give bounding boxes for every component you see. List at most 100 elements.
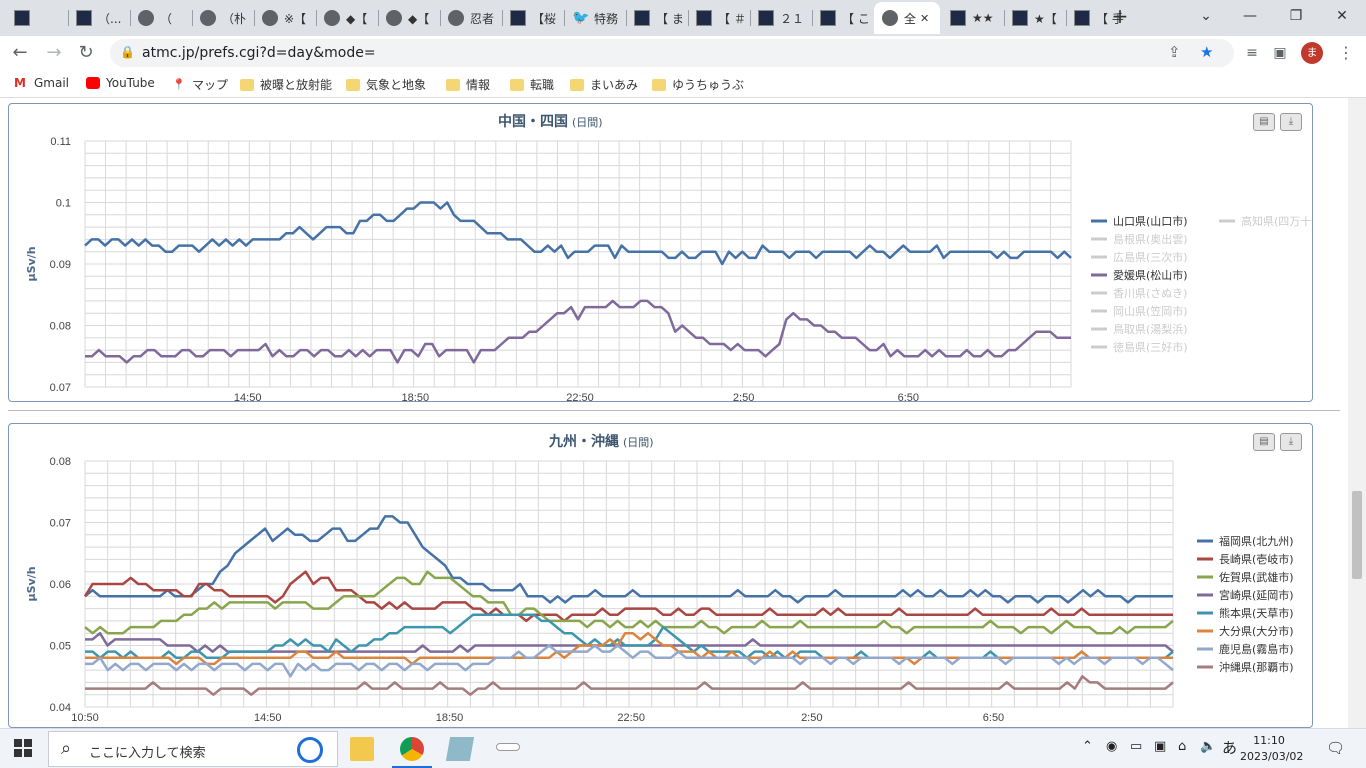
menu-icon[interactable]: ⋮ (1334, 41, 1358, 65)
file-explorer-icon[interactable] (350, 737, 374, 761)
bookmark-item[interactable]: 被曝と放射能 (240, 76, 332, 93)
tab-title: 【桜 (532, 11, 557, 26)
browser-tab[interactable]: ◆【 (378, 2, 440, 34)
legend-item[interactable]: 宮崎県(延岡市) (1219, 588, 1294, 602)
tab-strip: （... （（朴 ※【 ◆【 ◆【 忍者 【桜 🐦 特務【 ま【 ＃ ２１ 【 こ全 ✕ ★★ ★【【 手… (0, 0, 1366, 36)
lock-icon: 🔒 (120, 45, 135, 59)
browser-tab[interactable]: ★【 (1004, 2, 1066, 34)
print-icon[interactable]: ▤ (1253, 113, 1275, 131)
bookmark-label: まいあみ (590, 78, 639, 92)
legend-item[interactable]: 香川県(さぬき) (1113, 287, 1187, 300)
browser-tab[interactable]: 【 ＃ (688, 2, 750, 34)
browser-tab[interactable]: ★★ (942, 2, 1004, 34)
download-icon[interactable]: ⤓ (1280, 113, 1302, 131)
bookmark-item[interactable]: YouTube (86, 76, 155, 90)
browser-tab[interactable]: 全 ✕ (874, 2, 940, 34)
legend-item[interactable]: 広島県(三次市) (1113, 250, 1188, 264)
bookmark-star-icon[interactable]: ★ (1200, 43, 1213, 61)
legend-item[interactable]: 長崎県(壱岐市) (1219, 552, 1294, 566)
tab-title: 【 ＃ (718, 11, 746, 26)
browser-tab[interactable]: 【 こ (812, 2, 874, 34)
y-tick-label: 0.11 (50, 136, 71, 148)
url-text[interactable]: atmc.jp/prefs.cgi?d=day&mode= (142, 45, 376, 61)
bookmark-item[interactable]: 気象と地象 (346, 76, 426, 93)
app-icon[interactable] (496, 743, 520, 751)
chevron-down-icon[interactable]: ⌄ (1186, 4, 1226, 28)
app-icon[interactable] (445, 737, 475, 761)
download-icon[interactable]: ⤓ (1280, 433, 1302, 451)
atmc-icon (76, 10, 92, 26)
legend-item[interactable]: 佐賀県(武雄市) (1219, 570, 1294, 584)
back-icon[interactable]: ← (8, 41, 32, 65)
browser-tab[interactable]: 【桜 (502, 2, 564, 34)
chevron-up-icon[interactable]: ⌃ (1082, 739, 1093, 754)
side-panel-icon[interactable]: ▣ (1268, 41, 1292, 65)
browser-tab[interactable]: 忍者 (440, 2, 502, 34)
bing-icon[interactable] (297, 737, 323, 763)
legend-item[interactable]: 愛媛県(松山市) (1113, 268, 1188, 282)
close-tab-icon[interactable]: ✕ (920, 12, 929, 25)
legend-item[interactable]: 大分県(大分市) (1219, 624, 1294, 638)
atmc-icon (950, 10, 966, 26)
new-tab-icon[interactable]: + (1108, 4, 1132, 28)
bookmark-item[interactable]: M Gmail (14, 76, 69, 90)
y-axis-label: μSv/h (25, 246, 38, 281)
profile-avatar[interactable]: ま (1301, 42, 1323, 64)
clock[interactable]: 11:10 2023/03/02 (1240, 733, 1303, 765)
globe-icon (882, 10, 898, 26)
legend-item[interactable]: 岡山県(笠岡市) (1113, 304, 1188, 318)
bookmark-item[interactable]: 📍 マップ (172, 76, 228, 93)
bookmark-item[interactable]: まいあみ (570, 76, 638, 93)
legend-item[interactable]: 熊本県(天草市) (1219, 606, 1294, 620)
volume-icon[interactable]: 🔈 (1200, 739, 1216, 754)
browser-tab[interactable]: ２１ (750, 2, 812, 34)
browser-tab[interactable]: ※【 (254, 2, 316, 34)
bookmark-item[interactable]: ゆうちゅうぶ (652, 76, 744, 93)
tray-icon[interactable]: ▭ (1130, 739, 1142, 754)
scrollbar-thumb[interactable] (1352, 491, 1362, 579)
close-window-icon[interactable]: ✕ (1322, 4, 1362, 28)
browser-tab[interactable]: 【 ま (626, 2, 688, 34)
legend-item[interactable]: 島根県(奥出雲) (1113, 232, 1188, 246)
search-icon: ⌕ (61, 738, 72, 759)
x-tick-label: 6:50 (983, 712, 1004, 724)
share-icon[interactable]: ⇪ (1168, 43, 1181, 61)
legend-item[interactable]: 鳥取県(湯梨浜) (1113, 322, 1188, 336)
reading-list-icon[interactable]: ≡ (1240, 41, 1264, 65)
clock-time: 11:10 (1253, 734, 1285, 747)
browser-tab[interactable]: ◆【 (316, 2, 378, 34)
forward-icon[interactable]: → (42, 41, 66, 65)
ime-indicator[interactable]: あ (1222, 737, 1237, 758)
bookmark-item[interactable]: 転職 (510, 76, 554, 93)
minimize-icon[interactable]: — (1230, 4, 1270, 28)
taskbar-search[interactable]: ⌕ ここに入力して検索 (48, 731, 338, 767)
network-icon[interactable]: ⌂ (1178, 739, 1186, 754)
tray-icon[interactable]: ◉ (1106, 739, 1117, 754)
browser-tab[interactable] (6, 2, 68, 34)
legend-item[interactable]: 高知県(四万十) (1241, 214, 1312, 228)
browser-tab[interactable]: （朴 (192, 2, 254, 34)
legend-item[interactable]: 徳島県(三好市) (1113, 340, 1188, 354)
chart-subtitle: (日間) (572, 116, 603, 129)
y-tick-label: 0.04 (50, 702, 71, 714)
tab-title: ★★ (972, 11, 994, 25)
legend-item[interactable]: 鹿児島(霧島市) (1219, 642, 1294, 656)
legend-item[interactable]: 山口県(山口市) (1113, 214, 1188, 228)
legend-item[interactable]: 福岡県(北九州) (1219, 534, 1294, 548)
windows-start-icon[interactable] (14, 739, 32, 757)
notification-icon[interactable]: 🗨 (1326, 739, 1345, 757)
maximize-icon[interactable]: ❐ (1276, 4, 1316, 28)
tray-icon[interactable]: ▣ (1154, 739, 1166, 754)
browser-tab[interactable]: （ (130, 2, 192, 34)
chrome-icon[interactable] (400, 737, 424, 761)
bookmark-item[interactable]: 情報 (446, 76, 490, 93)
browser-toolbar: ← → ↻ 🔒 atmc.jp/prefs.cgi?d=day&mode= ⇪ … (0, 36, 1366, 70)
page-scrollbar[interactable] (1348, 98, 1366, 728)
browser-tab[interactable]: 🐦 特務 (564, 2, 626, 34)
bookmark-label: Gmail (34, 76, 70, 90)
browser-tab[interactable]: （... (68, 2, 130, 34)
reload-icon[interactable]: ↻ (74, 41, 98, 65)
address-bar[interactable]: 🔒 atmc.jp/prefs.cgi?d=day&mode= ⇪ ★ (110, 39, 1234, 67)
print-icon[interactable]: ▤ (1253, 433, 1275, 451)
legend-item[interactable]: 沖縄県(那覇市) (1219, 660, 1294, 674)
